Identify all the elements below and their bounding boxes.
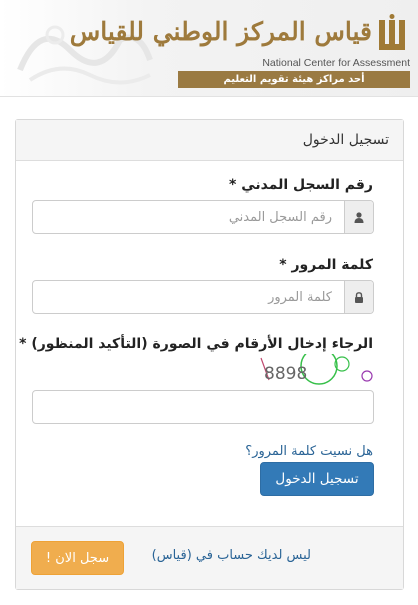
- no-account-text: ليس لديك حساب في (قياس): [151, 548, 311, 563]
- qiyas-logo-icon: [379, 14, 405, 50]
- register-button[interactable]: سجل الان !: [31, 541, 124, 575]
- password-group: [32, 280, 374, 314]
- logo-arabic-text: قياس المركز الوطني للقياس: [69, 17, 373, 46]
- lock-icon: [344, 281, 373, 313]
- captcha-label: الرجاء إدخال الأرقام في الصورة (التأكيد …: [19, 336, 373, 352]
- panel-footer: ليس لديك حساب في (قياس) سجل الان !: [16, 526, 403, 589]
- logo-english-text: National Center for Assessment: [262, 57, 410, 69]
- nca-logo[interactable]: قياس المركز الوطني للقياس National Cente…: [69, 8, 410, 88]
- captcha-code: 8898: [264, 364, 307, 384]
- site-header: قياس المركز الوطني للقياس National Cente…: [0, 0, 418, 97]
- national-id-label: رقم السجل المدني *: [229, 177, 373, 193]
- password-input[interactable]: [33, 281, 344, 313]
- captcha-image[interactable]: 8898: [243, 354, 378, 390]
- password-label: كلمة المرور *: [279, 257, 373, 273]
- logo-subtitle: أحد مراكز هيئة تقويم التعليم: [178, 71, 410, 88]
- user-icon: [344, 201, 373, 233]
- national-id-group: [32, 200, 374, 234]
- login-panel: تسجيل الدخول رقم السجل المدني * كلمة الم…: [15, 119, 404, 590]
- panel-title: تسجيل الدخول: [16, 120, 403, 161]
- national-id-input[interactable]: [33, 201, 344, 233]
- login-button[interactable]: تسجيل الدخول: [260, 462, 374, 496]
- forgot-password-link[interactable]: هل نسيت كلمة المرور؟: [245, 444, 373, 459]
- captcha-input[interactable]: [32, 390, 374, 424]
